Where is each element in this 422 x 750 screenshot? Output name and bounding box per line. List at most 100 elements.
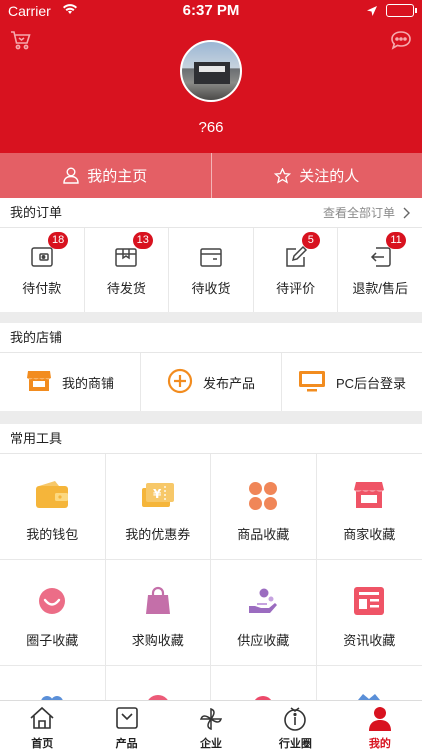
user-outline-icon <box>63 167 79 184</box>
my-homepage-label: 我的主页 <box>87 168 148 185</box>
circle-icon <box>248 692 278 700</box>
tool-circle-favorites[interactable]: 圈子收藏 <box>0 560 106 666</box>
my-store-label: 我的商铺 <box>61 375 114 391</box>
tab-label: 产品 <box>115 738 138 750</box>
tool-label: 供应收藏 <box>237 633 290 648</box>
return-icon <box>367 244 393 270</box>
svg-text:¥: ¥ <box>153 487 162 501</box>
tools-title: 常用工具 <box>10 431 63 446</box>
username: ?66 <box>198 119 224 136</box>
shop-title: 我的店铺 <box>10 330 63 345</box>
clock: 6:37 PM <box>182 2 240 19</box>
order-label: 待发货 <box>106 281 146 296</box>
badge-pending-review: 5 <box>301 232 320 249</box>
tool-label: 商家收藏 <box>343 527 396 542</box>
pinwheel-icon <box>198 706 224 732</box>
tool-label: 我的优惠券 <box>125 527 191 542</box>
publish-product-button[interactable]: 发布产品 <box>141 353 282 411</box>
merchant-favorite-icon <box>353 480 385 512</box>
cart-icon[interactable] <box>10 30 32 55</box>
tool-label: 圈子收藏 <box>26 633 79 648</box>
orders-title: 我的订单 <box>10 205 63 220</box>
my-homepage-button[interactable]: 我的主页 <box>0 153 211 198</box>
badge-refund: 11 <box>386 232 406 249</box>
tool-product-favorites[interactable]: 商品收藏 <box>211 454 317 560</box>
tool-news-favorites[interactable]: 资讯收藏 <box>316 560 422 666</box>
wallet-icon <box>35 480 69 512</box>
tab-label: 我的 <box>368 738 391 750</box>
order-label: 待评价 <box>276 281 316 296</box>
tool-label: 求购收藏 <box>131 633 184 648</box>
tab-label: 企业 <box>200 738 223 750</box>
circle-icon <box>143 692 173 700</box>
tool-my-coupons[interactable]: ¥ 我的优惠券 <box>105 454 211 560</box>
publish-product-label: 发布产品 <box>202 375 255 391</box>
location-arrow-icon <box>367 5 377 16</box>
view-all-orders-label: 查看全部订单 <box>322 206 395 220</box>
order-label: 待收货 <box>191 281 231 296</box>
order-pending-receipt[interactable]: 待收货 <box>169 228 254 312</box>
tool-supply-favorites[interactable]: 供应收藏 <box>211 560 317 666</box>
badge-pending-shipment: 13 <box>132 232 153 249</box>
pc-backend-login-button[interactable]: PC后台登录 <box>282 353 422 411</box>
supply-icon <box>247 586 279 618</box>
tab-industry-circle[interactable]: 行业圈 <box>253 701 337 750</box>
user-icon <box>368 706 392 732</box>
badge-pending-payment: 18 <box>48 232 69 249</box>
order-refund-aftersale[interactable]: 11 退款/售后 <box>338 228 422 312</box>
plus-circle-icon <box>167 368 193 397</box>
people-icon <box>37 692 67 700</box>
order-pending-payment[interactable]: 18 待付款 <box>0 228 85 312</box>
chevron-right-icon <box>403 207 410 219</box>
tab-enterprise[interactable]: 企业 <box>169 701 253 750</box>
profile-header: ?66 <box>0 22 422 153</box>
storefront-icon <box>26 369 52 396</box>
tool-partial-1[interactable] <box>0 666 106 700</box>
monitor-icon <box>298 369 326 396</box>
tab-home[interactable]: 首页 <box>0 701 84 750</box>
tool-purchase-favorites[interactable]: 求购收藏 <box>105 560 211 666</box>
circle-favorite-icon <box>37 586 67 618</box>
tab-bar: 首页 产品 企业 行业圈 我的 <box>0 700 422 750</box>
tool-label: 资讯收藏 <box>343 633 396 648</box>
tools-section: 常用工具 我的钱包 ¥ 我的优惠券 商品收藏 商家收藏 圈子收藏 求购收藏 供应… <box>0 424 422 700</box>
message-icon[interactable] <box>390 30 412 55</box>
profile-actions: 我的主页 关注的人 <box>0 153 422 198</box>
tool-partial-3[interactable] <box>211 666 317 700</box>
tool-partial-2[interactable] <box>106 666 211 700</box>
info-circle-icon <box>282 706 308 732</box>
tab-label: 首页 <box>31 738 54 750</box>
tool-merchant-favorites[interactable]: 商家收藏 <box>316 454 422 560</box>
battery-icon <box>386 4 417 17</box>
order-label: 待付款 <box>22 281 62 296</box>
view-all-orders-link[interactable]: 查看全部订单 <box>323 198 410 228</box>
tool-my-wallet[interactable]: 我的钱包 <box>0 454 106 560</box>
pc-backend-login-label: PC后台登录 <box>335 375 407 391</box>
tool-label: 我的钱包 <box>26 527 79 542</box>
avatar[interactable] <box>180 40 242 102</box>
tab-label: 行业圈 <box>278 738 312 750</box>
tab-mine[interactable]: 我的 <box>338 701 422 750</box>
tool-label: 商品收藏 <box>237 527 290 542</box>
tool-partial-4[interactable] <box>317 666 422 700</box>
order-pending-review[interactable]: 5 待评价 <box>254 228 339 312</box>
orders-section: 我的订单 查看全部订单 18 待付款 13 待发货 待收货 5 待评价 11 退… <box>0 198 422 312</box>
crown-icon <box>354 692 384 700</box>
tab-products[interactable]: 产品 <box>84 701 168 750</box>
edit-review-icon <box>283 244 309 270</box>
following-button[interactable]: 关注的人 <box>212 153 422 198</box>
following-label: 关注的人 <box>299 168 360 185</box>
news-icon <box>353 586 385 618</box>
wallet-icon <box>29 244 55 270</box>
product-favorite-icon <box>247 480 279 512</box>
product-icon <box>115 706 139 732</box>
order-label: 退款/售后 <box>352 281 408 296</box>
home-icon <box>29 706 55 732</box>
order-pending-shipment[interactable]: 13 待发货 <box>85 228 170 312</box>
my-store-button[interactable]: 我的商铺 <box>0 353 141 411</box>
receive-box-icon <box>198 244 224 270</box>
shopping-bag-icon <box>143 586 173 618</box>
coupon-icon: ¥ <box>141 480 175 512</box>
status-bar: Carrier 6:37 PM <box>0 0 422 22</box>
package-icon <box>113 244 139 270</box>
